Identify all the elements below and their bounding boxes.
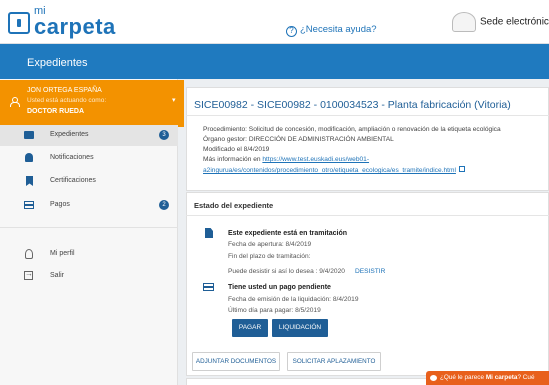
- sidebar-divider: [0, 227, 178, 228]
- folder-logo-icon: [8, 12, 30, 34]
- more-info-link-continued[interactable]: a2ingurua/es/contenidos/procedimiento_ot…: [203, 167, 456, 174]
- feedback-suffix: ? Cué: [517, 374, 535, 381]
- sede-label: Sede electrónica: [480, 16, 549, 28]
- mas-informacion-label: Más información en: [203, 156, 263, 163]
- sidebar-item-certificaciones[interactable]: Certificaciones: [0, 171, 178, 192]
- logo-carpeta-text: carpeta: [34, 14, 116, 39]
- user-name: JON ORTEGA ESPAÑA: [27, 87, 102, 94]
- sidebar-item-mi-perfil[interactable]: Mi perfil: [0, 244, 178, 265]
- pago-heading: Tiene usted un pago pendiente: [228, 284, 331, 291]
- credit-card-icon: [24, 201, 34, 209]
- sidebar-item-label: Pagos: [50, 201, 70, 208]
- adjuntar-documentos-button[interactable]: ADJUNTAR DOCUMENTOS: [192, 352, 280, 371]
- sede-electronica-link[interactable]: Sede electrónica: [452, 12, 549, 32]
- sidebar-item-label: Mi perfil: [50, 250, 75, 257]
- mas-informacion-line-2: a2ingurua/es/contenidos/procedimiento_ot…: [203, 166, 465, 174]
- desistir-text: Puede desistir si así lo desea : 9/4/202…: [228, 268, 345, 275]
- feedback-tab[interactable]: ¿Qué le parece Mi carpeta? Cué: [426, 371, 549, 385]
- top-bar: mi carpeta ? ¿Necesita ayuda? Sede electr…: [0, 0, 549, 44]
- fecha-apertura: Fecha de apertura: 8/4/2019: [228, 241, 312, 248]
- user-panel[interactable]: JON ORTEGA ESPAÑA Usted está actuando co…: [0, 80, 184, 127]
- procedimiento-text: Procedimiento: Solicitud de concesión, m…: [203, 126, 501, 133]
- more-info-link[interactable]: https://www.test.euskadi.eus/web01-: [262, 156, 369, 163]
- bookmark-icon: [26, 176, 33, 186]
- expediente-title: SICE00982 - SICE00982 - 0100034523 - Pla…: [194, 99, 511, 111]
- solicitar-aplazamiento-button[interactable]: SOLICITAR APLAZAMIENTO: [287, 352, 381, 371]
- fecha-emision: Fecha de emisión de la liquidación: 8/4/…: [228, 296, 359, 303]
- acting-as-label: Usted está actuando como:: [27, 97, 107, 104]
- desistir-line: Puede desistir si así lo desea : 9/4/202…: [228, 268, 385, 275]
- liquidacion-button[interactable]: LIQUIDACIÓN: [272, 319, 328, 337]
- acting-role: DOCTOR RUEDA: [27, 108, 85, 115]
- sidebar-item-label: Certificaciones: [50, 177, 96, 184]
- folder-icon: [24, 131, 34, 139]
- bell-icon: [25, 153, 33, 162]
- user-icon: [9, 97, 20, 107]
- help-label: ¿Necesita ayuda?: [300, 24, 377, 35]
- question-circle-icon: ?: [286, 26, 297, 37]
- chat-icon: [430, 375, 437, 381]
- sidebar-item-label: Notificaciones: [50, 154, 94, 161]
- sidebar-item-label: Salir: [50, 272, 65, 279]
- external-link-icon[interactable]: [458, 166, 465, 172]
- feedback-prefix: ¿Qué le parece: [440, 374, 486, 381]
- sidebar-item-label: Expedientes: [50, 131, 89, 138]
- feedback-brand: Mi carpeta: [485, 374, 518, 381]
- tramitacion-heading: Este expediente está en tramitación: [228, 230, 348, 237]
- mas-informacion-line: Más información en https://www.test.eusk…: [203, 156, 369, 163]
- credit-card-icon: [203, 283, 214, 291]
- desistir-link[interactable]: DESISTIR: [355, 268, 385, 275]
- person-icon: [25, 249, 33, 259]
- mi-carpeta-logo[interactable]: mi carpeta: [8, 5, 138, 39]
- count-badge: 3: [159, 130, 169, 140]
- estado-title: Estado del expediente: [194, 201, 274, 210]
- help-link[interactable]: ? ¿Necesita ayuda?: [286, 24, 377, 37]
- sidebar-item-expedientes[interactable]: Expedientes 3: [0, 125, 178, 146]
- section-title: Expedientes: [27, 57, 88, 69]
- exit-icon: [24, 269, 33, 280]
- emblem-icon: [452, 12, 476, 32]
- divider: [186, 115, 549, 116]
- pagar-button[interactable]: PAGAR: [232, 319, 268, 337]
- sidebar-item-pagos[interactable]: Pagos 2: [0, 195, 178, 216]
- chevron-down-icon[interactable]: ▾: [172, 96, 176, 104]
- divider: [186, 215, 549, 216]
- ultimo-dia-pagar: Último día para pagar: 8/5/2019: [228, 307, 321, 314]
- sidebar-item-salir[interactable]: Salir: [0, 266, 178, 287]
- modificado-text: Modificado el 8/4/2019: [203, 146, 270, 153]
- sidebar-item-notificaciones[interactable]: Notificaciones: [0, 148, 178, 169]
- organo-gestor-text: Órgano gestor: DIRECCIÓN DE ADMINISTRACI…: [203, 136, 394, 143]
- fin-plazo: Fin del plazo de tramitación:: [228, 253, 311, 260]
- count-badge: 2: [159, 200, 169, 210]
